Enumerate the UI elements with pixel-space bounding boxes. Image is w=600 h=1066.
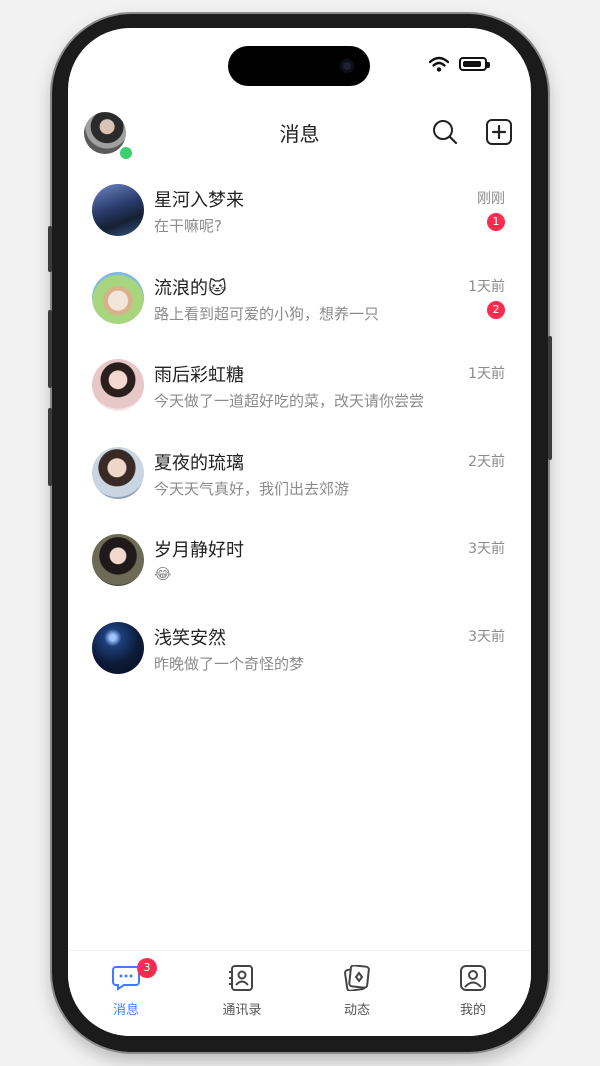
message-preview: 今天做了一道超好吃的菜，改天请你尝尝 xyxy=(154,392,425,410)
tab-me[interactable]: 我的 xyxy=(433,961,513,1021)
contact-name: 岁月静好时 xyxy=(154,540,244,561)
app-screen: 消息 星河入梦来 在干嘛呢? 刚刚 1 流浪的🐱 路上看到超可爱的小狗，想养一只… xyxy=(68,28,531,1036)
message-preview: 😂 xyxy=(154,565,172,583)
tab-contacts[interactable]: 通讯录 xyxy=(202,961,282,1021)
search-icon[interactable] xyxy=(431,118,459,146)
avatar xyxy=(92,446,144,499)
message-preview: 今天天气真好，我们出去郊游 xyxy=(154,479,350,498)
tab-label: 动态 xyxy=(343,1003,370,1018)
tab-bar: 3 消息 通讯录 动态 我的 xyxy=(68,950,531,1036)
message-time: 2天前 xyxy=(468,453,505,470)
avatar xyxy=(92,621,144,674)
tab-messages[interactable]: 3 消息 xyxy=(86,958,166,1021)
conversation-row[interactable]: 岁月静好时 😂 3天前 xyxy=(68,528,531,616)
status-bar xyxy=(429,56,490,72)
battery-icon xyxy=(459,57,490,71)
profile-icon xyxy=(460,965,486,991)
avatar xyxy=(92,534,144,586)
header: 消息 xyxy=(68,108,531,161)
side-button-volume-down xyxy=(48,408,52,486)
page-title: 消息 xyxy=(279,122,320,146)
message-time: 1天前 xyxy=(468,366,505,382)
message-time: 3天前 xyxy=(468,541,505,557)
camera-icon xyxy=(340,59,354,73)
message-preview: 昨晚做了一个奇怪的梦 xyxy=(154,654,305,673)
contacts-icon xyxy=(229,965,253,991)
tab-label: 我的 xyxy=(459,1003,486,1018)
avatar xyxy=(92,271,144,324)
contact-name: 浅笑安然 xyxy=(154,627,226,649)
unread-badge: 1 xyxy=(487,213,505,231)
tab-label: 通讯录 xyxy=(222,1003,262,1018)
message-preview: 在干嘛呢? xyxy=(154,217,222,235)
avatar xyxy=(92,359,144,411)
online-status-dot xyxy=(118,145,134,161)
message-time: 1天前 xyxy=(468,278,505,295)
contact-name: 雨后彩虹糖 xyxy=(154,365,244,386)
contact-name: 星河入梦来 xyxy=(154,190,244,211)
conversation-row[interactable]: 雨后彩虹糖 今天做了一道超好吃的菜，改天请你尝尝 1天前 xyxy=(68,353,531,441)
moments-icon xyxy=(344,965,370,991)
unread-badge: 2 xyxy=(487,300,505,319)
wifi-icon xyxy=(429,56,449,72)
message-time: 3天前 xyxy=(468,628,505,645)
dynamic-island xyxy=(228,46,370,86)
side-button-action xyxy=(48,226,52,272)
message-preview: 路上看到超可爱的小狗，想养一只 xyxy=(154,304,380,323)
message-time: 刚刚 xyxy=(477,191,505,207)
conversation-row[interactable]: 星河入梦来 在干嘛呢? 刚刚 1 xyxy=(68,178,531,266)
conversation-row[interactable]: 夏夜的琉璃 今天天气真好，我们出去郊游 2天前 xyxy=(68,441,531,529)
tab-unread-badge: 3 xyxy=(137,958,157,978)
side-button-power xyxy=(548,336,552,460)
contact-name: 夏夜的琉璃 xyxy=(154,452,244,474)
conversation-list: 星河入梦来 在干嘛呢? 刚刚 1 流浪的🐱 路上看到超可爱的小狗，想养一只 1天… xyxy=(68,178,531,703)
conversation-row[interactable]: 流浪的🐱 路上看到超可爱的小狗，想养一只 1天前 2 xyxy=(68,266,531,354)
tab-label: 消息 xyxy=(112,1003,139,1018)
contact-name: 流浪的🐱 xyxy=(154,277,227,299)
add-icon[interactable] xyxy=(485,118,513,146)
side-button-volume-up xyxy=(48,310,52,388)
avatar xyxy=(92,184,144,236)
tab-moments[interactable]: 动态 xyxy=(317,961,397,1021)
chat-icon xyxy=(112,966,140,991)
conversation-row[interactable]: 浅笑安然 昨晚做了一个奇怪的梦 3天前 xyxy=(68,616,531,704)
